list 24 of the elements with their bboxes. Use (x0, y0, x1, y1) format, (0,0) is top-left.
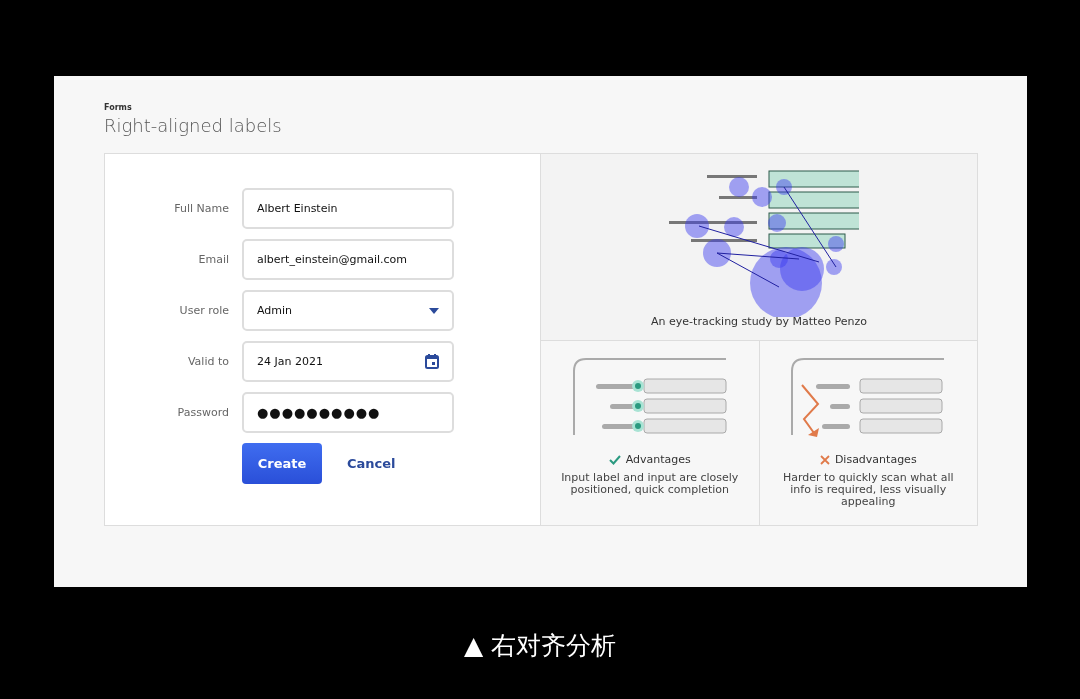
date-field[interactable]: 24 Jan 2021 (242, 341, 454, 382)
verdict-heading: Advantages (625, 453, 691, 466)
select-field[interactable]: Admin (242, 290, 454, 331)
input-field[interactable]: Albert Einstein (242, 188, 454, 229)
cross-icon (819, 454, 830, 465)
page-title: Right-aligned labels (104, 115, 283, 136)
field-label: User role (178, 304, 230, 317)
create-button[interactable]: Create (242, 443, 322, 484)
calendar-icon (425, 354, 439, 369)
section-label: Forms (104, 103, 133, 112)
field-label: Valid to (186, 355, 230, 368)
field-label: Password (176, 406, 230, 419)
verdict-text: Harder to quickly scan what all info is required, less visually appealing (782, 472, 955, 508)
input-field[interactable]: albert_einstein@gmail.com (242, 239, 454, 280)
field-label: Full Name (173, 202, 230, 215)
caret-icon (429, 307, 439, 314)
figure-caption: ▲ 右对齐分析 (462, 630, 618, 662)
password-field[interactable]: ●●●●●●●●●● (242, 392, 454, 433)
field-label: Email (197, 253, 230, 266)
verdict-text: Input label and input are closely positioned, quick completion (560, 472, 740, 496)
study-caption: An eye-tracking study by Matteo Penzo (651, 315, 867, 328)
cancel-link[interactable]: Cancel (347, 456, 396, 471)
check-icon (608, 454, 621, 465)
verdict-heading: Disadvantages (834, 453, 917, 466)
